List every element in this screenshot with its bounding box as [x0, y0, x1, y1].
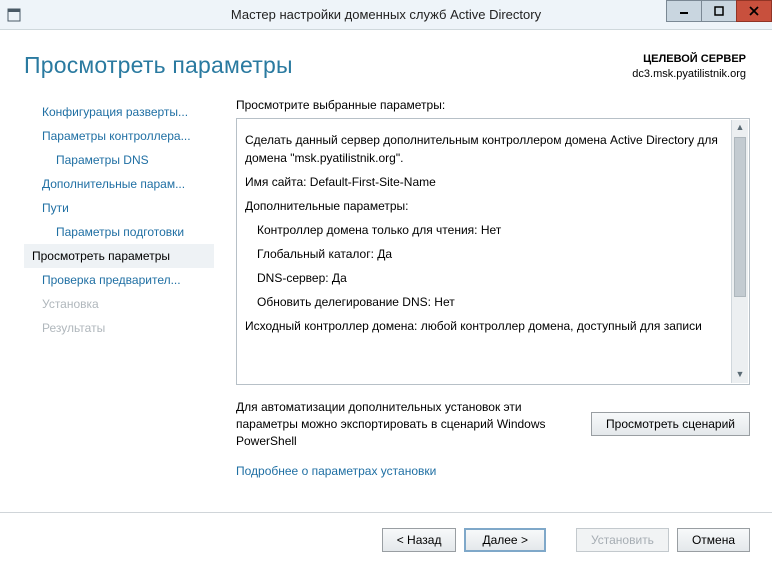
scroll-down-arrow[interactable]: ▼	[732, 366, 748, 383]
sidebar-item-3[interactable]: Дополнительные парам...	[24, 172, 214, 196]
wizard-body: Просмотреть параметры ЦЕЛЕВОЙ СЕРВЕР dc3…	[0, 30, 772, 566]
next-button[interactable]: Далее >	[464, 528, 546, 552]
sidebar-item-8: Установка	[24, 292, 214, 316]
sidebar-item-7[interactable]: Проверка предварител...	[24, 268, 214, 292]
summary-line-4: Глобальный каталог: Да	[245, 245, 721, 263]
back-button[interactable]: < Назад	[382, 528, 457, 552]
scrollbar[interactable]: ▲ ▼	[731, 120, 748, 384]
export-hint-text: Для автоматизации дополнительных установ…	[236, 399, 579, 449]
view-script-button[interactable]: Просмотреть сценарий	[591, 412, 750, 436]
scroll-up-arrow[interactable]: ▲	[732, 120, 748, 137]
summary-readonly[interactable]: Сделать данный сервер дополнительным кон…	[237, 119, 749, 385]
more-info-link[interactable]: Подробнее о параметрах установки	[236, 464, 750, 478]
summary-line-0: Сделать данный сервер дополнительным кон…	[245, 131, 721, 167]
wizard-main: Просмотрите выбранные параметры: Сделать…	[214, 98, 750, 478]
app-icon	[6, 7, 22, 23]
page-title: Просмотреть параметры	[24, 52, 293, 79]
sidebar-item-5[interactable]: Параметры подготовки	[24, 220, 214, 244]
scroll-thumb[interactable]	[734, 137, 746, 298]
summary-line-3: Контроллер домена только для чтения: Нет	[245, 221, 721, 239]
cancel-button[interactable]: Отмена	[677, 528, 750, 552]
summary-line-7: Исходный контроллер домена: любой контро…	[245, 317, 721, 335]
scroll-track[interactable]	[732, 137, 748, 367]
close-button[interactable]	[736, 0, 772, 22]
target-server-box: ЦЕЛЕВОЙ СЕРВЕР dc3.msk.pyatilistnik.org	[632, 52, 746, 82]
sidebar-item-1[interactable]: Параметры контроллера...	[24, 124, 214, 148]
header-row: Просмотреть параметры ЦЕЛЕВОЙ СЕРВЕР dc3…	[0, 30, 772, 88]
summary-line-6: Обновить делегирование DNS: Нет	[245, 293, 721, 311]
summary-line-5: DNS-сервер: Да	[245, 269, 721, 287]
wizard-footer: < Назад Далее > Установить Отмена	[0, 512, 772, 566]
maximize-button[interactable]	[701, 0, 737, 22]
sidebar-item-4[interactable]: Пути	[24, 196, 214, 220]
wizard-sidebar: Конфигурация разверты...Параметры контро…	[24, 98, 214, 478]
target-server-label: ЦЕЛЕВОЙ СЕРВЕР	[632, 52, 746, 67]
summary-line-1: Имя сайта: Default-First-Site-Name	[245, 173, 721, 191]
window-buttons	[667, 0, 772, 29]
window-title: Мастер настройки доменных служб Active D…	[0, 7, 772, 22]
sidebar-item-2[interactable]: Параметры DNS	[24, 148, 214, 172]
target-server-value: dc3.msk.pyatilistnik.org	[632, 67, 746, 82]
sidebar-item-6[interactable]: Просмотреть параметры	[24, 244, 214, 268]
summary-box: Сделать данный сервер дополнительным кон…	[236, 118, 750, 386]
sidebar-item-9: Результаты	[24, 316, 214, 340]
minimize-button[interactable]	[666, 0, 702, 22]
instruction-text: Просмотрите выбранные параметры:	[236, 98, 750, 112]
install-button: Установить	[576, 528, 669, 552]
summary-line-2: Дополнительные параметры:	[245, 197, 721, 215]
sidebar-item-0[interactable]: Конфигурация разверты...	[24, 100, 214, 124]
titlebar: Мастер настройки доменных служб Active D…	[0, 0, 772, 30]
